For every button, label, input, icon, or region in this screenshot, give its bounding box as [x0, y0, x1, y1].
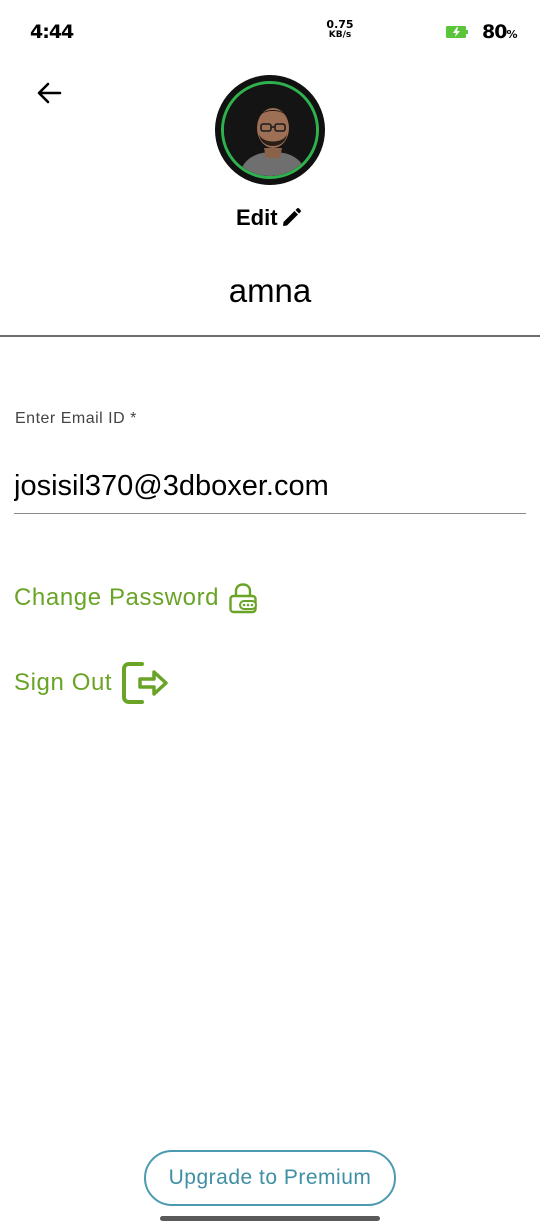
- home-indicator[interactable]: [160, 1216, 380, 1221]
- profile-screen: 4:44 0.75 KB/s 80% Edit amna Enter Email…: [0, 0, 540, 1230]
- battery-unit: %: [506, 28, 517, 41]
- network-speed-value: 0.75: [326, 18, 354, 31]
- sign-out-icon: [122, 662, 168, 704]
- edit-label: Edit: [236, 205, 278, 230]
- arrow-left-icon: [37, 82, 62, 104]
- avatar-person-image: [224, 84, 316, 176]
- network-speed: 0.75 KB/s: [325, 18, 355, 40]
- change-password-button[interactable]: Change Password: [14, 582, 259, 614]
- pencil-icon: [282, 208, 301, 226]
- battery-value: 80: [482, 21, 507, 43]
- network-speed-unit: KB/s: [328, 30, 352, 40]
- user-name: amna: [228, 272, 312, 309]
- back-button[interactable]: [30, 74, 68, 112]
- lock-icon: [229, 583, 258, 614]
- upgrade-to-premium-button[interactable]: Upgrade to Premium: [144, 1150, 396, 1206]
- battery-percentage: 80%: [482, 21, 517, 43]
- sign-out-label: Sign Out: [14, 669, 113, 696]
- header-divider: [0, 335, 540, 337]
- email-field[interactable]: [14, 460, 526, 512]
- avatar-photo: [221, 81, 319, 179]
- status-bar: 4:44 0.75 KB/s 80%: [0, 0, 540, 60]
- avatar[interactable]: [215, 75, 325, 185]
- battery-charging-icon: [446, 26, 468, 38]
- change-password-label: Change Password: [14, 584, 220, 611]
- sign-out-button[interactable]: Sign Out: [14, 660, 170, 706]
- status-time: 4:44: [30, 21, 74, 43]
- email-field-label: Enter Email ID *: [15, 410, 137, 427]
- edit-profile-button[interactable]: Edit: [236, 202, 302, 234]
- email-field-underline: [14, 513, 526, 514]
